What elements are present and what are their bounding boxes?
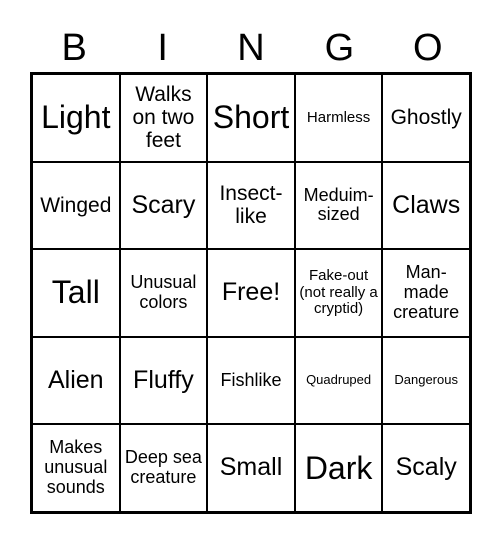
bingo-cell[interactable]: Dark bbox=[294, 424, 383, 512]
bingo-cell[interactable]: Alien bbox=[32, 336, 120, 425]
bingo-cell[interactable]: Ghostly bbox=[382, 74, 470, 162]
bingo-cell[interactable]: Scary bbox=[119, 161, 208, 250]
header-letter-g: G bbox=[324, 27, 355, 69]
bingo-cell[interactable]: Fluffy bbox=[119, 336, 208, 425]
cell-label: Makes unusual sounds bbox=[44, 437, 108, 498]
bingo-cell[interactable]: Meduim-sized bbox=[294, 161, 383, 250]
bingo-cell[interactable]: Small bbox=[207, 424, 295, 512]
bingo-cell[interactable]: Winged bbox=[32, 161, 120, 250]
cell-label: Alien bbox=[48, 365, 104, 394]
bingo-cell[interactable]: Harmless bbox=[294, 74, 383, 162]
cell-label: Light bbox=[41, 99, 111, 136]
header-letter-o: O bbox=[413, 27, 443, 69]
bingo-cell[interactable]: Claws bbox=[382, 161, 470, 250]
bingo-cell[interactable]: Deep sea creature bbox=[119, 424, 208, 512]
cell-label: Walks on two feet bbox=[132, 83, 195, 153]
cell-label: Small bbox=[219, 453, 283, 482]
cell-label: Meduim-sized bbox=[303, 184, 374, 225]
header-letter-b: B bbox=[61, 27, 87, 69]
header-letter-i: I bbox=[157, 27, 168, 69]
cell-label: Winged bbox=[40, 193, 112, 217]
bingo-cell[interactable]: Quadruped bbox=[294, 336, 383, 425]
cell-label: Unusual colors bbox=[130, 272, 197, 312]
cell-label: Fluffy bbox=[133, 365, 194, 394]
cell-label: Dangerous bbox=[394, 372, 458, 388]
cell-label: Dark bbox=[304, 449, 373, 486]
bingo-cell[interactable]: Walks on two feet bbox=[119, 74, 208, 162]
bingo-cell[interactable]: Tall bbox=[32, 249, 120, 337]
cell-label: Fake-out (not really a cryptid) bbox=[299, 267, 378, 318]
bingo-cell[interactable]: Short bbox=[207, 74, 295, 162]
header-letter-n: N bbox=[237, 27, 265, 69]
cell-label: Fishlike bbox=[220, 369, 282, 390]
cell-label: Claws bbox=[392, 190, 461, 219]
cell-label: Free! bbox=[221, 278, 281, 307]
cell-label: Scaly bbox=[395, 453, 457, 482]
bingo-cell[interactable]: Unusual colors bbox=[119, 249, 208, 337]
bingo-grid: Light Walks on two feet Short Harmless Ghost… bbox=[30, 72, 472, 514]
bingo-cell[interactable]: Fake-out (not really a cryptid) bbox=[294, 249, 383, 337]
cell-label: Insect-like bbox=[219, 182, 283, 229]
free-space-cell[interactable]: Free! bbox=[207, 249, 295, 337]
bingo-cell[interactable]: Man-made creature bbox=[382, 249, 470, 337]
cell-label: Tall bbox=[51, 274, 100, 311]
bingo-cell[interactable]: Insect-like bbox=[207, 161, 295, 250]
cell-label: Short bbox=[212, 99, 290, 136]
cell-label: Scary bbox=[131, 190, 196, 219]
bingo-cell[interactable]: Scaly bbox=[382, 424, 470, 512]
cell-label: Deep sea creature bbox=[124, 447, 202, 488]
cell-label: Quadruped bbox=[306, 372, 372, 388]
bingo-cell[interactable]: Dangerous bbox=[382, 336, 470, 425]
cell-label: Harmless bbox=[306, 108, 371, 126]
cell-label: Ghostly bbox=[390, 106, 462, 130]
bingo-header: B I N G O bbox=[30, 26, 472, 70]
bingo-cell[interactable]: Makes unusual sounds bbox=[32, 424, 120, 512]
cell-label: Man-made creature bbox=[393, 262, 460, 322]
bingo-cell[interactable]: Light bbox=[32, 74, 120, 162]
bingo-cell[interactable]: Fishlike bbox=[207, 336, 295, 425]
